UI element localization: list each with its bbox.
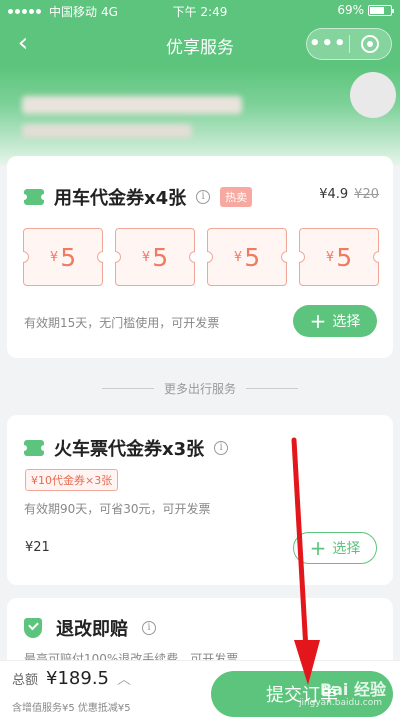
plus-icon: + (309, 536, 327, 560)
battery-icon (368, 4, 394, 16)
coupon-tag: ¥10代金券×3张 (25, 469, 119, 491)
info-icon[interactable]: i (196, 190, 211, 204)
close-icon[interactable] (350, 35, 392, 53)
select-train-coupon-button[interactable]: + 选择 (293, 532, 377, 564)
hot-badge: 热卖 (220, 187, 253, 207)
select-car-coupon-button[interactable]: + 选择 (293, 305, 377, 337)
train-coupon-card: 火车票代金券x3张 i ¥10代金券×3张 有效期90天，可省30元，可开发票 … (7, 415, 393, 585)
car-coupon-title: 用车代金券x4张 (54, 188, 187, 209)
coupon-item: ¥5 (299, 228, 379, 286)
blurred-header-banner (0, 66, 400, 166)
total-summary[interactable]: 总额 ¥189.5 ︿ (12, 668, 131, 689)
info-icon[interactable]: i (142, 621, 156, 635)
battery-percent: 69% (337, 3, 364, 17)
nav-bar: ‹ 优享服务 ••• (0, 22, 400, 66)
refund-title: 退改即赔 (56, 619, 128, 640)
current-price: ¥4.9 (319, 187, 349, 202)
car-coupon-desc: 有效期15天，无门槛使用，可开发票 (24, 316, 220, 330)
coupon-list: ¥5 ¥5 ¥5 ¥5 (23, 228, 379, 286)
watermark-logo: Bai 经验 (319, 680, 386, 699)
train-coupon-title: 火车票代金券x3张 (54, 439, 205, 460)
status-bar: 中国移动 4G 下午 2:49 69% (0, 0, 400, 22)
ticket-icon (21, 440, 47, 456)
train-coupon-desc: 有效期90天，可省30元，可开发票 (24, 502, 211, 516)
more-icon[interactable]: ••• (307, 30, 349, 58)
plus-icon: + (309, 309, 327, 333)
coupon-item: ¥5 (207, 228, 287, 286)
total-amount: ¥189.5 (46, 668, 109, 689)
original-price: ¥20 (354, 187, 379, 202)
section-divider: 更多出行服务 (0, 380, 400, 397)
coupon-item: ¥5 (23, 228, 103, 286)
info-icon[interactable]: i (214, 441, 229, 455)
car-coupon-price: ¥4.9 ¥20 (319, 187, 379, 202)
chevron-up-icon[interactable]: ︿ (117, 669, 131, 689)
ticket-icon (21, 189, 47, 205)
train-coupon-price: ¥21 (25, 540, 50, 555)
shield-icon (24, 618, 42, 638)
total-label: 总额 (12, 673, 39, 688)
car-coupon-card: 用车代金券x4张 i 热卖 ¥4.9 ¥20 ¥5 ¥5 ¥5 ¥5 有效期15天… (7, 156, 393, 358)
coupon-item: ¥5 (115, 228, 195, 286)
price-breakdown-note: 含增值服务¥5 优惠抵减¥5 (12, 703, 131, 714)
mini-program-capsule: ••• (306, 28, 392, 60)
watermark-url: jingyan.baidu.com (298, 698, 382, 708)
